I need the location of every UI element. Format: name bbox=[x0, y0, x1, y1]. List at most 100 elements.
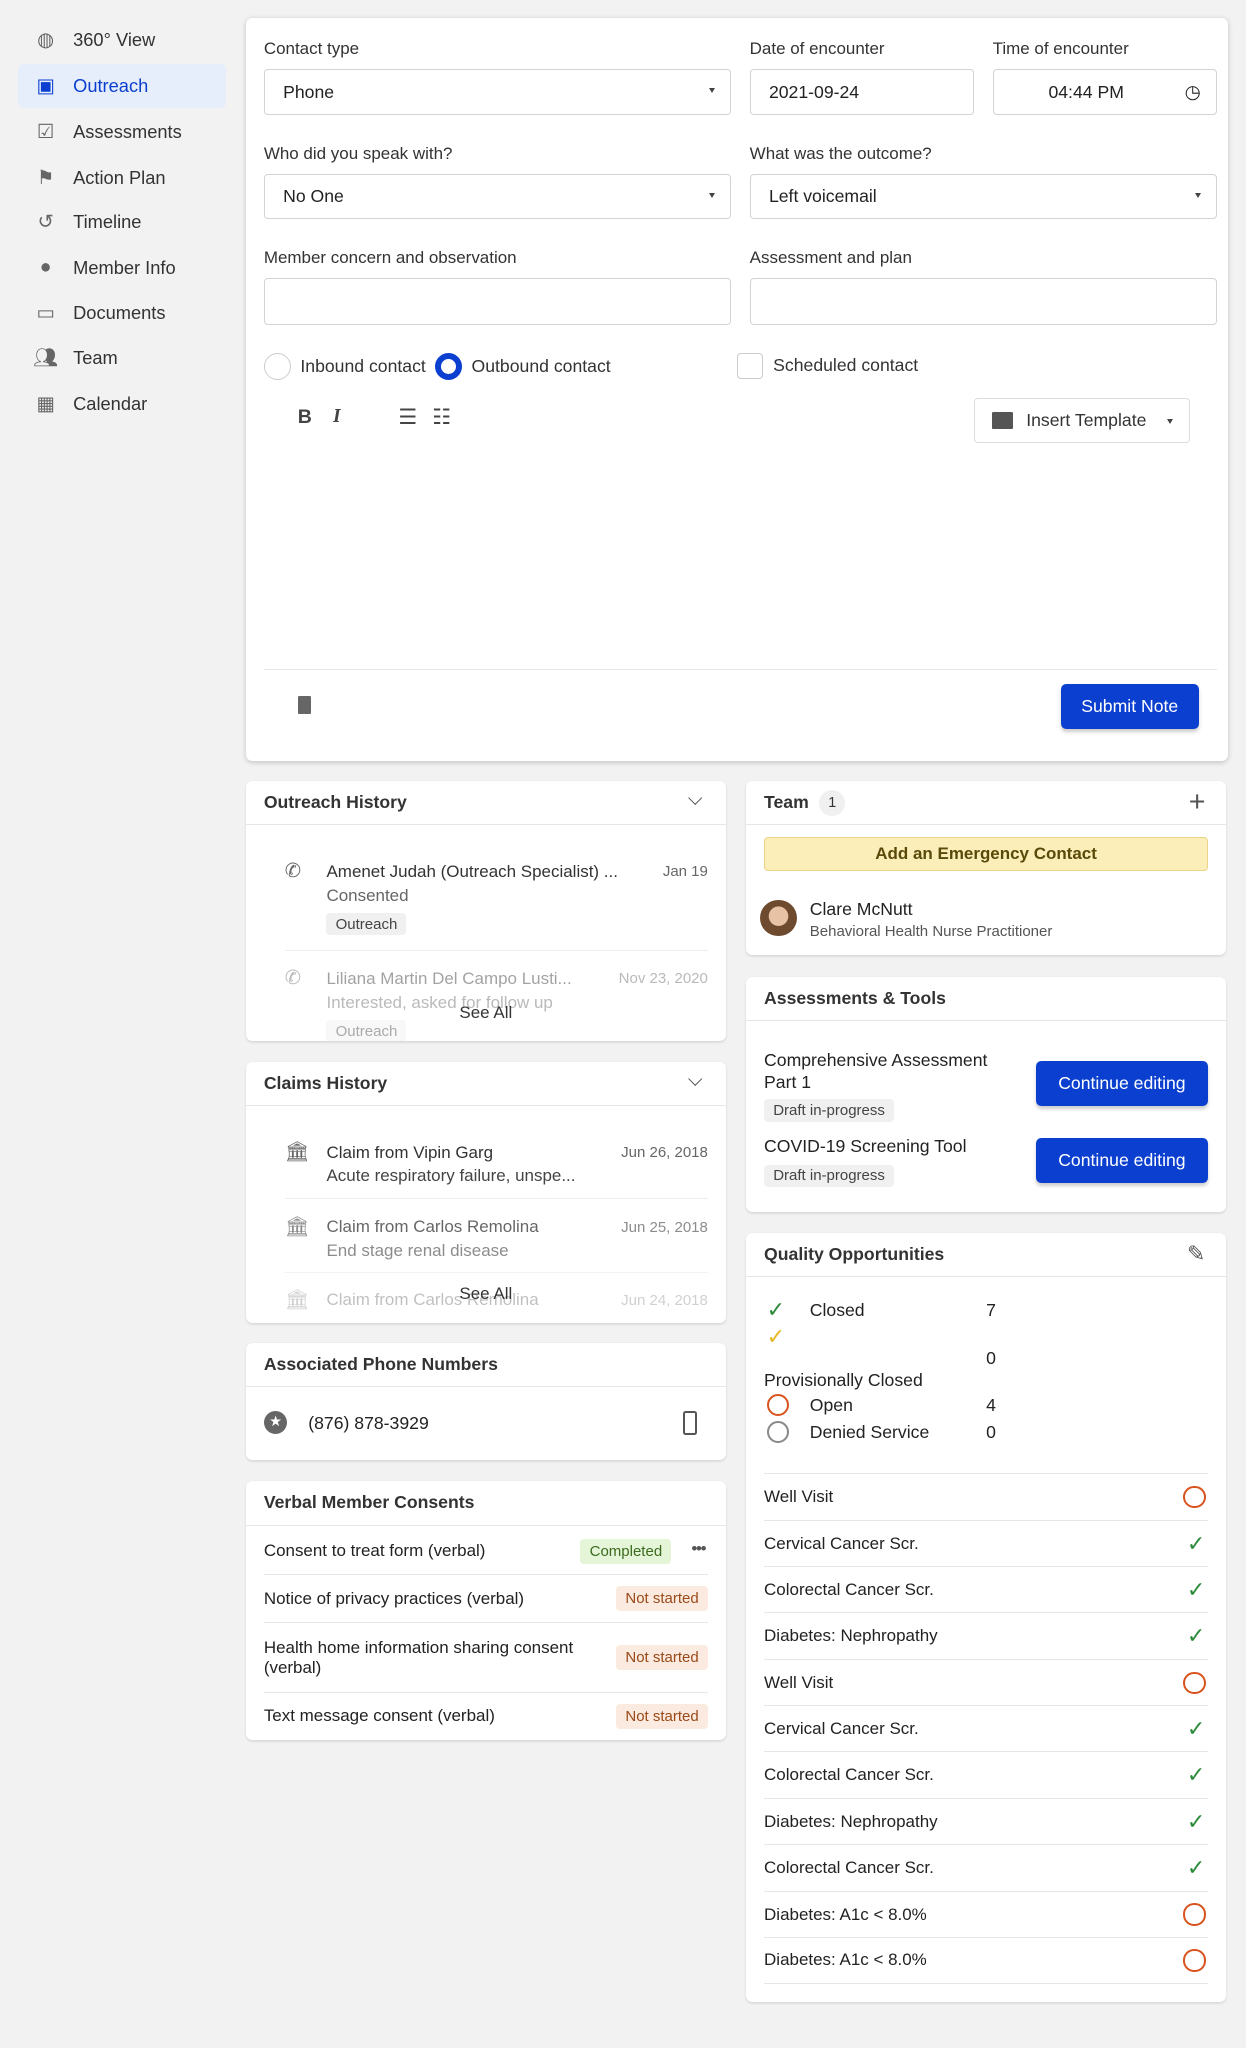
bold-icon[interactable]: B bbox=[298, 406, 312, 429]
phone-numbers-card: Associated Phone Numbers ★ (876) 878-392… bbox=[245, 1342, 727, 1461]
sidebar-item-outreach[interactable]: ▣ Outreach bbox=[18, 63, 226, 109]
quality-item-label: Colorectal Cancer Scr. bbox=[764, 1579, 934, 1599]
bulleted-list-icon[interactable]: ☰ bbox=[398, 405, 417, 430]
phone-icon: ✆ bbox=[284, 860, 302, 883]
italic-icon[interactable]: I bbox=[333, 406, 341, 428]
plan-label: Assessment and plan bbox=[749, 248, 912, 268]
bank-icon: 🏛︎ bbox=[284, 1141, 310, 1164]
quality-item[interactable]: Well Visit bbox=[764, 1473, 1209, 1520]
quality-item[interactable]: Cervical Cancer Scr. ✓ bbox=[764, 1705, 1209, 1752]
team-member-name[interactable]: Clare McNutt bbox=[810, 899, 913, 920]
edit-pencil-icon[interactable]: ✎ bbox=[1187, 1241, 1206, 1267]
sidebar-item-team[interactable]: 👥︎ Team bbox=[18, 336, 226, 380]
account-circle-icon: ● bbox=[39, 256, 52, 279]
quality-item[interactable]: Diabetes: A1c < 8.0% bbox=[764, 1936, 1209, 1984]
consent-row[interactable]: Notice of privacy practices (verbal) Not … bbox=[263, 1575, 708, 1624]
team-count-badge: 1 bbox=[819, 789, 846, 816]
add-icon[interactable]: + bbox=[1189, 786, 1206, 819]
quality-item[interactable]: Cervical Cancer Scr. ✓ bbox=[764, 1519, 1209, 1567]
closed-check-icon: ✓ bbox=[766, 1296, 786, 1322]
open-circle-icon bbox=[1183, 1903, 1206, 1926]
check-icon: ✓ bbox=[1186, 1716, 1206, 1742]
claims-history-header[interactable]: Claims History bbox=[245, 1062, 727, 1107]
sidebar-item-calendar[interactable]: ▦ Calendar bbox=[18, 381, 226, 425]
concern-input[interactable] bbox=[263, 278, 732, 326]
continue-editing-button[interactable]: Continue editing bbox=[1035, 1137, 1209, 1184]
star-icon[interactable]: ★ bbox=[263, 1410, 288, 1435]
quality-item[interactable]: Diabetes: Nephropathy ✓ bbox=[764, 1797, 1209, 1845]
time-input[interactable]: 04:44 PM ◷ bbox=[992, 69, 1218, 115]
people-icon: 👥︎ bbox=[33, 346, 59, 369]
add-emergency-contact-button[interactable]: Add an Emergency Contact bbox=[764, 837, 1209, 872]
summary-label: Open bbox=[809, 1394, 853, 1415]
consent-row[interactable]: Text message consent (verbal) Not started bbox=[264, 1693, 708, 1740]
plan-input[interactable] bbox=[749, 278, 1218, 326]
outcome-label: What was the outcome? bbox=[749, 143, 932, 163]
quality-item[interactable]: Colorectal Cancer Scr. ✓ bbox=[764, 1751, 1209, 1798]
open-circle-icon bbox=[1183, 1949, 1206, 1972]
quality-item[interactable]: Diabetes: Nephropathy ✓ bbox=[764, 1612, 1209, 1659]
chevron-down-icon[interactable] bbox=[687, 1071, 703, 1087]
status-badge: Draft in-progress bbox=[764, 1164, 895, 1187]
claim-item[interactable]: 🏛︎ Claim from Carlos Remolina Jun 25, 20… bbox=[284, 1215, 708, 1274]
outreach-item[interactable]: ✆ Amenet Judah (Outreach Specialist) ...… bbox=[284, 859, 708, 951]
sidebar-item-action-plan[interactable]: ⚑ Action Plan bbox=[18, 155, 226, 199]
open-circle-icon bbox=[1183, 1486, 1206, 1509]
sidebar-item-member-info[interactable]: ● Member Info bbox=[18, 246, 226, 290]
team-member-role: Behavioral Health Nurse Practitioner bbox=[809, 923, 1053, 941]
summary-label: Closed bbox=[809, 1299, 865, 1320]
dropdown-caret-icon bbox=[1167, 418, 1174, 424]
dropdown-caret-icon bbox=[708, 192, 715, 198]
outreach-history-header[interactable]: Outreach History bbox=[245, 781, 727, 826]
status-badge: Not started bbox=[616, 1586, 708, 1612]
trash-icon[interactable] bbox=[297, 696, 311, 715]
check-icon: ✓ bbox=[1186, 1855, 1206, 1881]
sidebar-item-assessments[interactable]: ☑ Assessments bbox=[18, 110, 226, 154]
see-all-link[interactable]: See All bbox=[246, 1003, 727, 1023]
outcome-select[interactable]: Left voicemail bbox=[749, 173, 1218, 220]
who-select[interactable]: No One bbox=[263, 173, 732, 220]
outbound-label: Outbound contact bbox=[471, 355, 611, 376]
check-icon: ✓ bbox=[1186, 1762, 1206, 1788]
provisional-check-icon: ✓ bbox=[766, 1324, 786, 1350]
contact-type-select[interactable]: Phone bbox=[263, 69, 732, 115]
assessment-name: Comprehensive Assessment Part 1 bbox=[764, 1049, 988, 1092]
outreach-history-card: Outreach History ✆ Amenet Judah (Outreac… bbox=[245, 781, 727, 1041]
summary-count: 4 bbox=[986, 1394, 996, 1415]
quality-item[interactable]: Colorectal Cancer Scr. ✓ bbox=[764, 1565, 1209, 1613]
calendar-icon: ▦ bbox=[36, 392, 55, 415]
clock-icon[interactable]: ◷ bbox=[1185, 81, 1201, 103]
claim-item[interactable]: 🏛︎ Claim from Vipin Garg Jun 26, 2018 Ac… bbox=[284, 1140, 708, 1199]
sidebar-item-360-view[interactable]: ◍ 360° View bbox=[18, 18, 226, 62]
tag: Outreach bbox=[326, 912, 407, 936]
date-input[interactable]: 2021-09-24 bbox=[749, 69, 975, 115]
assessments-card: Assessments & Tools Comprehensive Assess… bbox=[745, 976, 1227, 1213]
more-options-icon[interactable]: ••• bbox=[691, 1539, 706, 1559]
numbered-list-icon[interactable]: ☷ bbox=[432, 405, 451, 430]
continue-editing-button[interactable]: Continue editing bbox=[1035, 1060, 1209, 1107]
divider bbox=[263, 668, 1218, 670]
sidebar-item-documents[interactable]: ▭ Documents bbox=[18, 291, 226, 335]
quality-item[interactable]: Colorectal Cancer Scr. ✓ bbox=[764, 1844, 1209, 1891]
open-circle-icon bbox=[766, 1393, 789, 1416]
insert-template-button[interactable]: Insert Template bbox=[974, 398, 1190, 443]
open-circle-icon bbox=[1183, 1671, 1206, 1694]
quality-item[interactable]: Well Visit bbox=[764, 1658, 1209, 1706]
verbal-consents-card: Verbal Member Consents Consent to treat … bbox=[245, 1481, 727, 1740]
consent-row[interactable]: Consent to treat form (verbal) Completed •… bbox=[263, 1528, 708, 1576]
quality-item-label: Cervical Cancer Scr. bbox=[764, 1719, 919, 1739]
chevron-down-icon[interactable] bbox=[687, 790, 703, 806]
scheduled-group: Scheduled contact bbox=[736, 352, 918, 379]
outbound-radio[interactable] bbox=[434, 352, 463, 381]
sidebar-item-timeline[interactable]: ↺ Timeline bbox=[18, 200, 226, 244]
scheduled-checkbox[interactable] bbox=[736, 352, 763, 379]
submit-note-button[interactable]: Submit Note bbox=[1060, 684, 1199, 729]
see-all-link[interactable]: See All bbox=[246, 1284, 727, 1304]
summary-count: 0 bbox=[986, 1422, 996, 1443]
history-icon: ↺ bbox=[37, 211, 54, 234]
document-icon bbox=[992, 412, 1014, 430]
consent-row[interactable]: Health home information sharing consent … bbox=[263, 1623, 708, 1693]
check-icon: ✓ bbox=[1186, 1576, 1206, 1602]
quality-item[interactable]: Diabetes: A1c < 8.0% bbox=[764, 1890, 1209, 1938]
inbound-radio[interactable] bbox=[263, 352, 292, 381]
